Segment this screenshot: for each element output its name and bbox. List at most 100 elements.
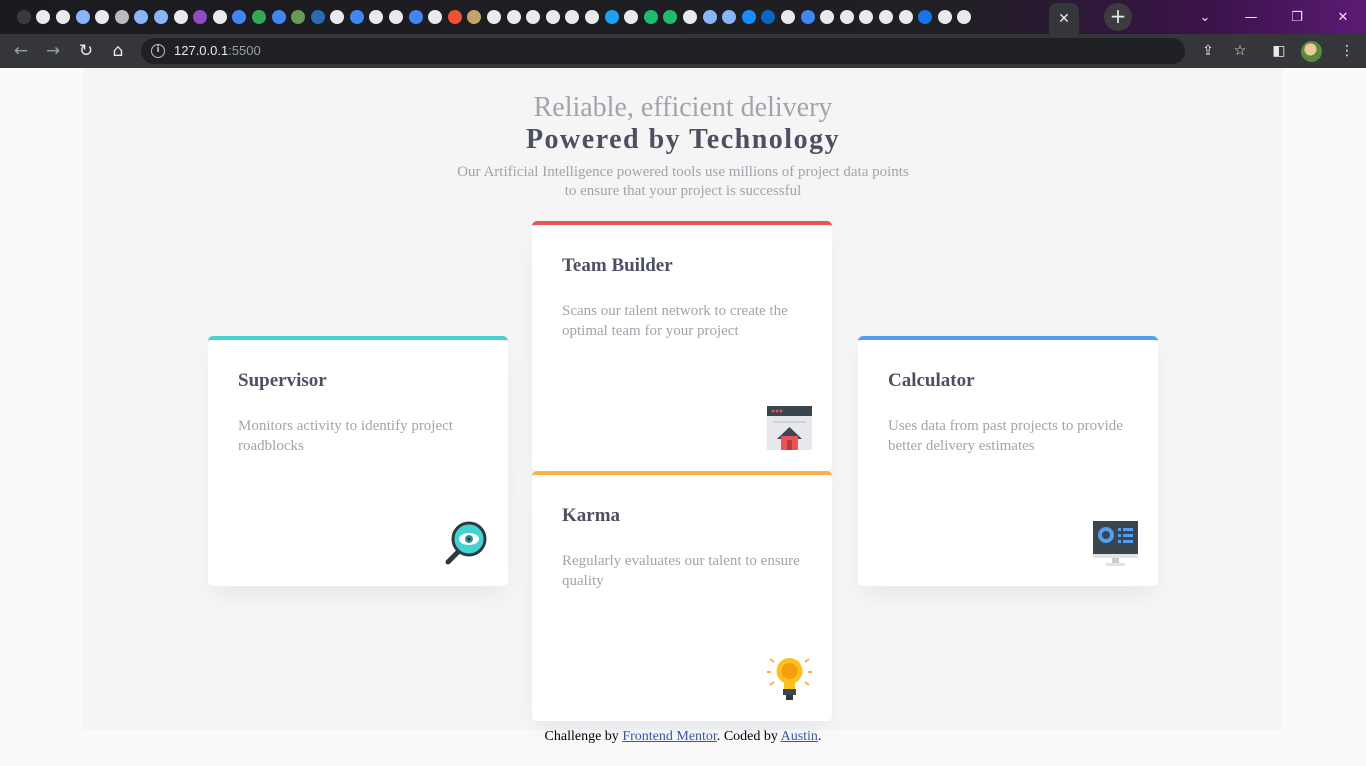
restore-icon[interactable]: ❐ [1274, 0, 1320, 34]
tab-favicon[interactable] [621, 0, 641, 34]
tab-favicon-icon [722, 10, 737, 24]
tab-favicon[interactable] [210, 0, 230, 34]
tab-favicon[interactable] [641, 0, 661, 34]
tab-favicon-icon [16, 10, 31, 24]
side-panel-icon[interactable]: ◧ [1269, 41, 1289, 61]
tab-favicon[interactable] [759, 0, 779, 34]
card-title: Karma [562, 505, 621, 526]
attribution-footer: Challenge by Frontend Mentor. Coded by A… [0, 729, 1366, 745]
card-team-builder: Team Builder Scans our talent network to… [532, 221, 832, 471]
address-bar[interactable]: i 127.0.0.1:5500 [141, 38, 1185, 64]
home-icon[interactable]: ⌂ [106, 39, 130, 63]
tab-favicon[interactable] [935, 0, 955, 34]
tab-favicon[interactable] [465, 0, 485, 34]
tab-favicon[interactable] [288, 0, 308, 34]
tab-favicon[interactable] [386, 0, 406, 34]
tab-favicon[interactable] [543, 0, 563, 34]
tab-favicon-icon [780, 10, 795, 24]
tab-favicon-icon [55, 10, 70, 24]
minimize-icon[interactable]: — [1228, 0, 1274, 34]
menu-icon[interactable]: ⋮ [1337, 41, 1357, 61]
tab-favicon[interactable] [132, 0, 152, 34]
tab-favicon[interactable] [896, 0, 916, 34]
tab-favicon[interactable] [269, 0, 289, 34]
tab-favicon-icon [408, 10, 423, 24]
tab-favicon-icon [604, 10, 619, 24]
tab-favicon-icon [447, 10, 462, 24]
card-calculator: Calculator Uses data from past projects … [858, 336, 1158, 586]
tab-favicon[interactable] [915, 0, 935, 34]
tab-favicon[interactable] [739, 0, 759, 34]
tab-favicon[interactable] [798, 0, 818, 34]
tab-favicon[interactable] [602, 0, 622, 34]
tab-favicon[interactable] [778, 0, 798, 34]
new-tab-button[interactable]: + [1104, 3, 1132, 31]
tab-favicon[interactable] [837, 0, 857, 34]
forward-icon[interactable]: → [41, 39, 65, 63]
tab-favicon[interactable] [53, 0, 73, 34]
browser-tab-strip: ✕ + ⌄ — ❐ ✕ [0, 0, 1366, 34]
tab-favicon[interactable] [34, 0, 54, 34]
card-text: Monitors activity to identify project ro… [238, 418, 453, 454]
site-info-icon[interactable]: i [151, 44, 165, 58]
tab-favicon[interactable] [14, 0, 34, 34]
tab-favicon[interactable] [504, 0, 524, 34]
tab-favicon[interactable] [661, 0, 681, 34]
tab-favicon-icon [173, 10, 188, 24]
card-title: Calculator [888, 370, 975, 391]
card-title: Supervisor [238, 370, 327, 391]
tab-favicon[interactable] [955, 0, 975, 34]
frontend-mentor-link[interactable]: Frontend Mentor [622, 729, 717, 744]
tab-favicon-icon [369, 10, 384, 24]
tab-favicon-icon [428, 10, 443, 24]
bookmark-star-icon[interactable]: ☆ [1230, 41, 1250, 61]
tab-favicon[interactable] [92, 0, 112, 34]
tab-favicon-icon [330, 10, 345, 24]
active-tab[interactable]: ✕ [1049, 3, 1079, 34]
tab-favicon-icon [310, 10, 325, 24]
tab-favicon[interactable] [817, 0, 837, 34]
tab-favicon[interactable] [171, 0, 191, 34]
tab-favicon[interactable] [523, 0, 543, 34]
close-tab-icon[interactable]: ✕ [1058, 11, 1070, 27]
reload-icon[interactable]: ↻ [74, 39, 98, 63]
tab-favicon[interactable] [347, 0, 367, 34]
footer-suffix: . [817, 729, 822, 744]
tab-favicon[interactable] [367, 0, 387, 34]
tab-favicon[interactable] [328, 0, 348, 34]
tab-favicon[interactable] [425, 0, 445, 34]
tab-search-icon[interactable]: ⌄ [1182, 0, 1228, 34]
tab-favicon[interactable] [406, 0, 426, 34]
author-link[interactable]: Austin [781, 729, 818, 744]
tab-favicon[interactable] [308, 0, 328, 34]
tab-favicon-icon [232, 10, 247, 24]
tab-favicon[interactable] [484, 0, 504, 34]
tab-favicon[interactable] [719, 0, 739, 34]
tab-favicon[interactable] [857, 0, 877, 34]
tab-favicon-icon [859, 10, 874, 24]
tab-favicon[interactable] [582, 0, 602, 34]
profile-avatar[interactable] [1301, 41, 1322, 62]
back-icon[interactable]: ← [9, 39, 33, 63]
close-window-icon[interactable]: ✕ [1320, 0, 1366, 34]
page-subtitle: Reliable, efficient delivery [533, 92, 833, 123]
tab-favicon[interactable] [73, 0, 93, 34]
card-title: Team Builder [562, 255, 673, 276]
tab-favicon[interactable] [249, 0, 269, 34]
share-icon[interactable]: ⇪ [1198, 41, 1218, 61]
tab-favicon[interactable] [876, 0, 896, 34]
calculator-icon [1093, 521, 1138, 566]
tab-favicon[interactable] [190, 0, 210, 34]
supervisor-icon [445, 521, 487, 565]
tab-favicon-icon [702, 10, 717, 24]
tab-favicon-icon [800, 10, 815, 24]
tab-favicon[interactable] [151, 0, 171, 34]
tab-favicon-icon [114, 10, 129, 24]
card-karma: Karma Regularly evaluates our talent to … [532, 471, 832, 721]
tab-favicon[interactable] [230, 0, 250, 34]
tab-favicon[interactable] [700, 0, 720, 34]
tab-favicon[interactable] [563, 0, 583, 34]
tab-favicon[interactable] [445, 0, 465, 34]
tab-favicon[interactable] [680, 0, 700, 34]
tab-favicon[interactable] [112, 0, 132, 34]
